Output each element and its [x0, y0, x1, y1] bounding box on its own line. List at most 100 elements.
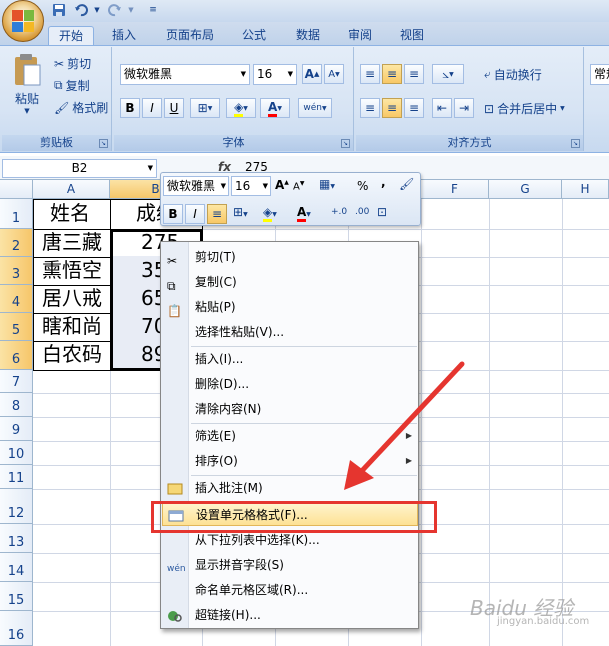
- table-cell[interactable]: 白农码: [36, 341, 102, 368]
- dialog-launcher-icon[interactable]: ↘: [341, 139, 350, 148]
- orientation-button[interactable]: ⦣ ▼: [432, 64, 464, 84]
- column-header[interactable]: F: [421, 180, 489, 199]
- row-header[interactable]: 11: [0, 465, 33, 489]
- merge-label: 合并后居中: [497, 102, 558, 116]
- number-format-combo[interactable]: 常规: [590, 64, 609, 85]
- phonetic-button[interactable]: wén ▼: [298, 98, 332, 118]
- row-header[interactable]: 10: [0, 441, 33, 465]
- wrap-text-button[interactable]: ⤶ 自动换行: [484, 66, 542, 83]
- menu-item-copy[interactable]: ⧉ 复制(C): [162, 270, 418, 294]
- align-center-icon[interactable]: ≡: [382, 98, 402, 118]
- row-header[interactable]: 8: [0, 393, 33, 417]
- name-box[interactable]: B2 ▼: [2, 159, 157, 178]
- row-header[interactable]: 1: [0, 199, 33, 229]
- tab-review[interactable]: 审阅: [340, 26, 380, 46]
- menu-item-paste[interactable]: 📋 粘贴(P): [162, 295, 418, 319]
- merge-icon[interactable]: ⊡: [377, 205, 387, 219]
- grow-font-icon[interactable]: A▲: [275, 178, 289, 192]
- tab-data[interactable]: 数据: [288, 26, 328, 46]
- row-header[interactable]: 7: [0, 370, 33, 393]
- row-header[interactable]: 2: [0, 229, 33, 257]
- select-all-corner[interactable]: [0, 180, 33, 199]
- fill-color-button[interactable]: ◈ ▼: [226, 98, 256, 118]
- italic-button[interactable]: I: [142, 98, 162, 118]
- dialog-launcher-icon[interactable]: ↘: [571, 139, 580, 148]
- table-cell[interactable]: 瞎和尚: [36, 313, 102, 340]
- table-cell[interactable]: 居八戒: [36, 285, 102, 312]
- format-painter-button[interactable]: 🖌 格式刷: [54, 99, 108, 116]
- row-header[interactable]: 6: [0, 341, 33, 370]
- increase-indent-icon[interactable]: ⇥: [454, 98, 474, 118]
- fill-color-icon[interactable]: ◈▼: [263, 205, 277, 222]
- menu-item-cut[interactable]: ✂ 剪切(T): [162, 245, 418, 269]
- row-header[interactable]: 16: [0, 611, 33, 646]
- table-cell[interactable]: 熏悟空: [36, 257, 102, 284]
- tab-page-layout[interactable]: 页面布局: [160, 26, 220, 46]
- grow-font-button[interactable]: A ▲: [302, 64, 322, 84]
- cut-button[interactable]: ✂ 剪切: [54, 55, 91, 72]
- row-header[interactable]: 5: [0, 313, 33, 341]
- tab-insert[interactable]: 插入: [104, 26, 144, 46]
- chevron-down-icon: ▼: [207, 104, 213, 112]
- font-name-combo[interactable]: 微软雅黑 ▼: [120, 64, 250, 85]
- borders-icon[interactable]: ⊞▼: [233, 205, 248, 219]
- mini-bold-button[interactable]: B: [163, 204, 183, 224]
- decrease-indent-icon[interactable]: ⇤: [432, 98, 452, 118]
- font-size-combo[interactable]: 16 ▼: [253, 64, 297, 85]
- row-header[interactable]: 13: [0, 524, 33, 553]
- table-cell[interactable]: 姓名: [44, 200, 90, 227]
- column-header[interactable]: H: [562, 180, 609, 199]
- number-format-icon[interactable]: ▦▼: [319, 177, 343, 191]
- tab-formulas[interactable]: 公式: [234, 26, 274, 46]
- paste-button[interactable]: 粘贴 ▼: [10, 53, 44, 117]
- shrink-font-icon[interactable]: A▼: [293, 180, 304, 192]
- column-header[interactable]: G: [489, 180, 562, 199]
- align-left-icon[interactable]: ≡: [360, 98, 380, 118]
- align-middle-icon[interactable]: ≡: [382, 64, 402, 84]
- office-button[interactable]: [2, 0, 44, 42]
- chevron-down-icon: ▼: [147, 164, 153, 172]
- menu-item-define-name[interactable]: 命名单元格区域(R)...: [162, 578, 418, 602]
- align-bottom-icon[interactable]: ≡: [404, 64, 424, 84]
- row-header[interactable]: 12: [0, 489, 33, 524]
- chevron-down-icon[interactable]: ▼: [88, 2, 106, 18]
- column-header[interactable]: A: [33, 180, 110, 199]
- row-header[interactable]: 14: [0, 553, 33, 582]
- mini-font-combo[interactable]: 微软雅黑 ▼: [163, 176, 229, 196]
- percent-button[interactable]: %: [357, 179, 368, 193]
- align-right-icon[interactable]: ≡: [404, 98, 424, 118]
- row-header[interactable]: 9: [0, 417, 33, 441]
- menu-item-paste-special[interactable]: 选择性粘贴(V)...: [162, 320, 418, 344]
- menu-item-hyperlink[interactable]: 超链接(H)...: [162, 603, 418, 627]
- table-cell[interactable]: 唐三藏: [36, 229, 102, 256]
- align-top-icon[interactable]: ≡: [360, 64, 380, 84]
- tab-home[interactable]: 开始: [48, 26, 94, 46]
- decrease-decimal-icon[interactable]: .00: [355, 207, 369, 217]
- tab-view[interactable]: 视图: [392, 26, 432, 46]
- copy-button[interactable]: ⧉ 复制: [54, 77, 90, 94]
- group-label: 剪贴板: [2, 135, 111, 151]
- format-painter-icon[interactable]: 🖌: [399, 177, 414, 191]
- bold-button[interactable]: B: [120, 98, 140, 118]
- font-color-icon[interactable]: A▼: [297, 205, 311, 222]
- save-icon[interactable]: [50, 2, 68, 18]
- merge-center-button[interactable]: ⊡ 合并后居中 ▼: [484, 100, 565, 117]
- font-size-value: 16: [257, 67, 273, 81]
- comma-button[interactable]: ,: [381, 175, 386, 189]
- underline-button[interactable]: U: [164, 98, 184, 118]
- dialog-launcher-icon[interactable]: ↘: [99, 139, 108, 148]
- font-color-button[interactable]: A ▼: [260, 98, 290, 118]
- menu-item-phonetic[interactable]: wén 显示拼音字段(S): [162, 553, 418, 577]
- borders-button[interactable]: ⊞ ▼: [190, 98, 220, 118]
- chevron-down-icon[interactable]: ▼: [122, 2, 140, 18]
- mini-size-combo[interactable]: 16 ▼: [231, 176, 271, 196]
- customize-quick-access-icon[interactable]: ≡: [144, 2, 162, 18]
- shrink-font-button[interactable]: A ▼: [324, 64, 344, 84]
- menu-item-label: 清除内容(N): [195, 402, 262, 416]
- row-header[interactable]: 15: [0, 582, 33, 611]
- increase-decimal-icon[interactable]: +.0: [331, 207, 347, 217]
- row-header[interactable]: 3: [0, 257, 33, 285]
- mini-italic-button[interactable]: I: [185, 204, 205, 224]
- mini-center-icon[interactable]: ≡: [207, 204, 227, 224]
- row-header[interactable]: 4: [0, 285, 33, 313]
